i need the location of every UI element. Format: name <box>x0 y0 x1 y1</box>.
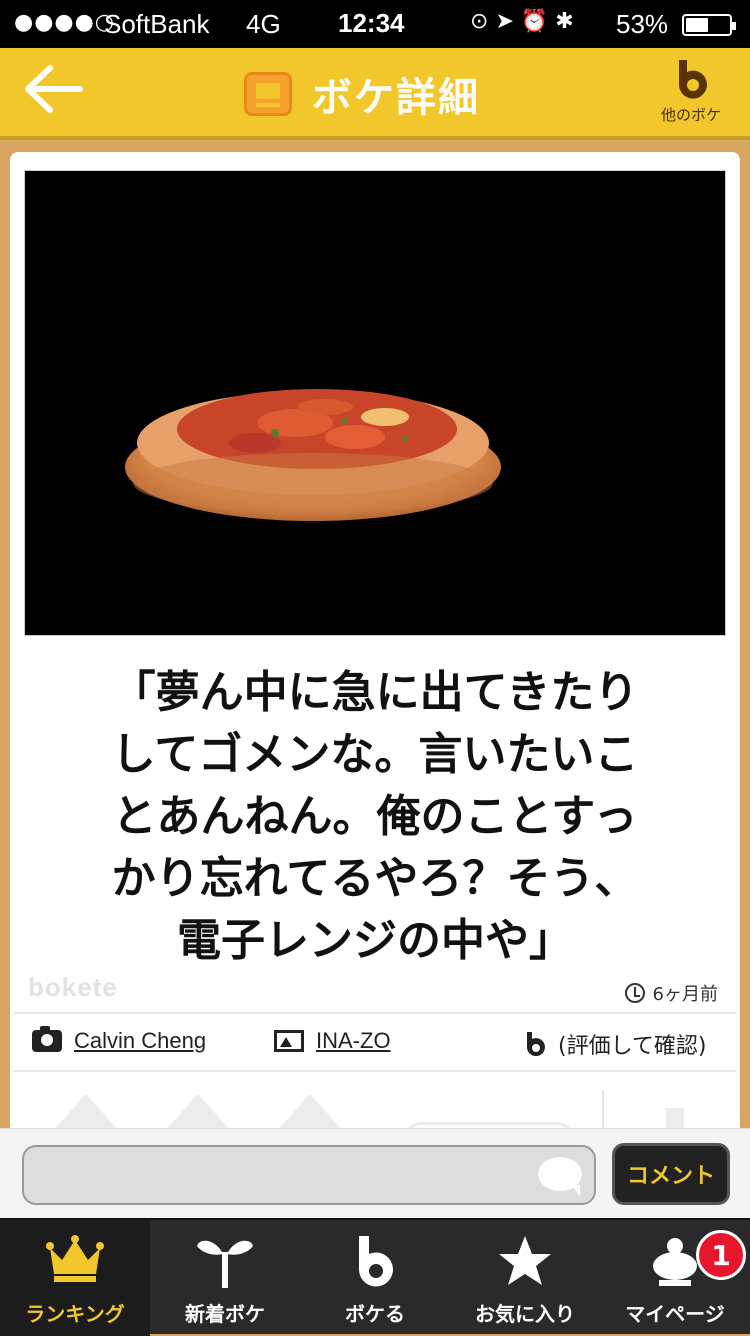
bokete-watermark: bokete <box>28 972 118 1002</box>
battery-fill <box>686 18 708 32</box>
camera-icon <box>32 1026 62 1052</box>
time-ago-text: 6ヶ月前 <box>652 984 718 1005</box>
boke-caption: 「夢ん中に急に出てきたり してゴメンな。言いたいこ とあんねん。俺のことすっ か… <box>50 662 700 972</box>
photographer-link[interactable]: Calvin Cheng <box>74 1028 206 1054</box>
image-author-link[interactable]: INA-ZO <box>316 1028 391 1054</box>
speech-bubble-icon <box>538 1157 582 1197</box>
bluetooth-icon: ✱ <box>555 9 574 34</box>
carrier-name: SoftBank <box>104 9 210 39</box>
alarm-icon: ⏰ <box>520 9 549 34</box>
comment-input[interactable] <box>22 1145 596 1205</box>
other-boke-button[interactable]: 他のボケ <box>646 56 736 136</box>
back-button[interactable] <box>22 62 88 122</box>
nav-bar: ボケ詳細 他のボケ <box>0 48 750 140</box>
back-arrow-icon <box>25 65 83 113</box>
tv-icon <box>244 72 292 116</box>
notification-badge: 1 <box>696 1230 746 1280</box>
tab-label: お気に入り <box>475 1302 575 1326</box>
clock-icon <box>624 983 645 1003</box>
status-bar: ●●●●○ SoftBank 4G 12:34 ⊙ ➤ ⏰ ✱ 53% <box>0 0 750 48</box>
status-icons: ⊙ ➤ ⏰ ✱ <box>470 9 574 34</box>
caption-line: 電子レンジの中や」 <box>177 915 573 966</box>
photographer-credit: Calvin Cheng <box>32 1026 206 1054</box>
tab-favorites[interactable]: お気に入り <box>450 1220 600 1336</box>
tab-new-boke[interactable]: 新着ボケ <box>150 1220 300 1336</box>
tab-label: マイページ <box>625 1302 725 1326</box>
tab-mypage[interactable]: 1 マイページ <box>600 1220 750 1336</box>
b-logo-icon <box>527 1032 545 1057</box>
pizza-image <box>125 389 501 521</box>
boke-card: 「夢ん中に急に出てきたり してゴメンな。言いたいこ とあんねん。俺のことすっ か… <box>10 152 740 1152</box>
caption-line: 「夢ん中に急に出てきたり <box>111 667 639 718</box>
tab-label: ボケる <box>345 1302 405 1326</box>
rating-text: (評価して確認) <box>558 1034 707 1059</box>
caption-line: とあんねん。俺のことすっ <box>112 791 638 842</box>
tab-label: ランキング <box>25 1302 125 1326</box>
status-time: 12:34 <box>338 8 405 38</box>
mypage-icon <box>653 1238 697 1286</box>
sprout-icon <box>197 1240 253 1288</box>
nav-title-group: ボケ詳細 <box>244 66 480 122</box>
rating-credit[interactable]: (評価して確認) <box>524 1028 707 1060</box>
comment-bar: コメント <box>0 1128 750 1219</box>
image-author-credit: INA-ZO <box>274 1028 391 1054</box>
battery-icon <box>682 14 736 36</box>
tab-post-boke[interactable]: ボケる <box>300 1220 450 1336</box>
b-logo-icon <box>359 1236 393 1287</box>
divider <box>14 1070 736 1072</box>
star-icon <box>499 1236 551 1285</box>
divider <box>14 1012 736 1014</box>
tab-ranking[interactable]: ランキング <box>0 1220 150 1336</box>
tab-label: 新着ボケ <box>185 1302 265 1326</box>
boke-photo[interactable] <box>24 170 726 636</box>
tab-bar: ランキング 新着ボケ ボケる お気に入り 1 マイページ <box>0 1218 750 1336</box>
caption-line: してゴメンな。言いたいこ <box>111 729 639 780</box>
caption-line: かり忘れてるやろ？そう、 <box>111 853 639 904</box>
network-type: 4G <box>246 9 281 39</box>
signal-strength-icon: ●●●●○ <box>14 10 115 35</box>
post-time: 6ヶ月前 <box>624 980 718 1006</box>
location-icon: ➤ <box>495 9 514 34</box>
battery-tip <box>732 22 736 30</box>
b-logo-icon <box>678 60 707 99</box>
orientation-lock-icon: ⊙ <box>470 9 489 34</box>
other-boke-label: 他のボケ <box>660 106 721 124</box>
battery-percent: 53% <box>616 9 669 39</box>
image-icon <box>274 1030 304 1052</box>
credits-row: Calvin Cheng INA-ZO (評価して確認) <box>30 1024 720 1064</box>
comment-button[interactable]: コメント <box>612 1143 730 1205</box>
page-title: ボケ詳細 <box>312 75 480 121</box>
crown-icon <box>46 1235 104 1282</box>
